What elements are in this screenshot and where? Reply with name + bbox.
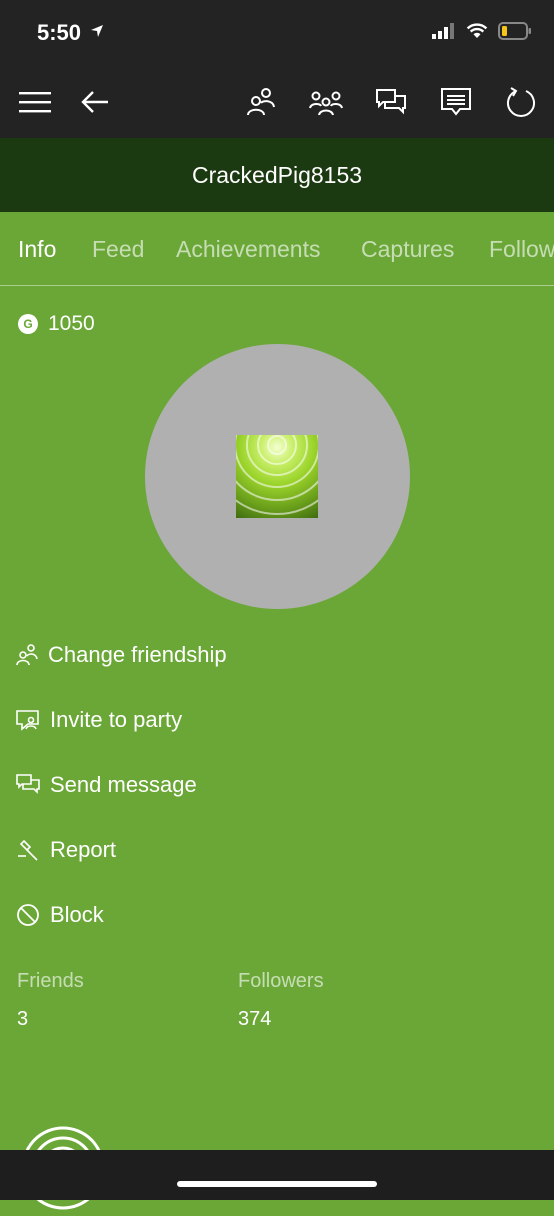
report-button[interactable]: Report xyxy=(16,837,116,863)
gamerscore-value: 1050 xyxy=(48,312,95,335)
activity-feed-icon[interactable] xyxy=(438,84,474,120)
gamertag: CrackedPig8153 xyxy=(191,161,363,188)
tab-info[interactable]: Info xyxy=(18,236,56,263)
status-indicators xyxy=(432,22,532,45)
gamerscore: G 1050 xyxy=(18,312,95,336)
change-friendship-button[interactable]: Change friendship xyxy=(16,642,227,668)
gavel-icon xyxy=(18,839,38,861)
send-message-button[interactable]: Send message xyxy=(16,772,197,798)
friends-count[interactable]: 3 xyxy=(17,1008,28,1031)
tab-captures[interactable]: Captures xyxy=(361,236,454,263)
friends-label: Friends xyxy=(17,970,84,992)
signal-icon xyxy=(432,23,456,44)
location-arrow-icon xyxy=(90,24,104,43)
profile-tabs: Info Feed Achievements Captures Follow xyxy=(0,212,554,286)
messages-icon[interactable] xyxy=(373,84,409,120)
party-icon[interactable] xyxy=(308,84,344,120)
gamerpic-image xyxy=(236,435,318,518)
status-time: 5:50 xyxy=(37,20,82,45)
home-indicator[interactable] xyxy=(177,1181,377,1187)
friends-icon[interactable] xyxy=(243,84,279,120)
invite-to-party-label: Invite to party xyxy=(50,707,183,732)
followers-count[interactable]: 374 xyxy=(238,1008,271,1031)
block-label: Block xyxy=(50,902,104,927)
followers-label: Followers xyxy=(238,970,324,992)
status-bar: 5:50 xyxy=(0,0,554,68)
battery-icon xyxy=(498,22,532,45)
gamertag-title: CrackedPig8153 xyxy=(0,138,554,212)
back-icon[interactable] xyxy=(77,84,113,120)
send-message-label: Send message xyxy=(50,772,197,797)
change-friendship-label: Change friendship xyxy=(48,642,227,667)
block-button[interactable]: Block xyxy=(16,902,104,928)
tab-followers[interactable]: Follow xyxy=(489,236,554,263)
wifi-icon xyxy=(466,23,488,44)
menu-icon[interactable] xyxy=(17,84,53,120)
app-bar xyxy=(0,68,554,138)
tab-feed[interactable]: Feed xyxy=(92,236,144,263)
invite-to-party-button[interactable]: Invite to party xyxy=(16,707,182,733)
refresh-icon[interactable] xyxy=(503,84,539,120)
message-icon xyxy=(16,774,40,794)
friends-icon xyxy=(16,644,38,666)
tab-achievements[interactable]: Achievements xyxy=(176,236,320,263)
report-label: Report xyxy=(50,837,117,862)
invite-party-icon xyxy=(16,710,39,731)
block-icon xyxy=(17,904,39,926)
avatar[interactable] xyxy=(145,344,410,609)
home-indicator-area xyxy=(0,1150,554,1200)
gamerscore-icon: G xyxy=(18,314,38,334)
